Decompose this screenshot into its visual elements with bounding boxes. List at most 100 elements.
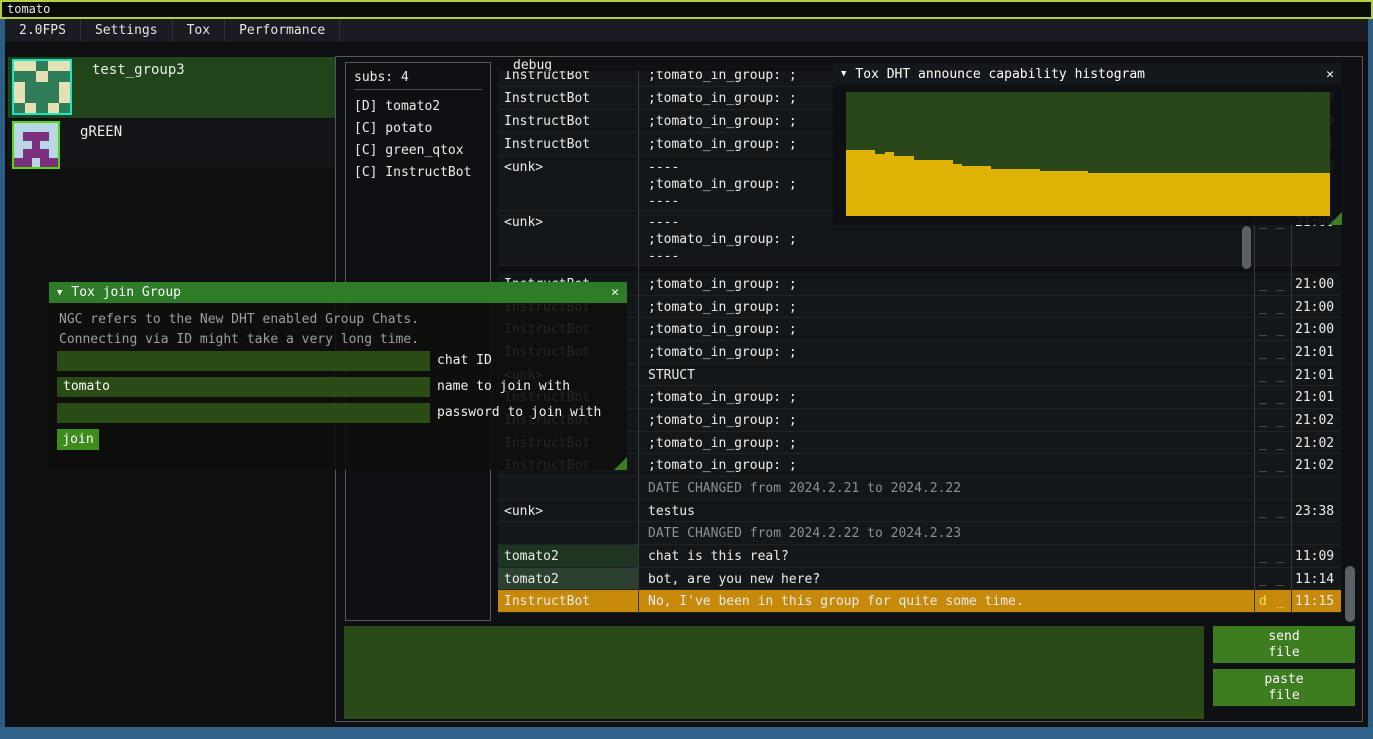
message-text: testus — [638, 500, 1254, 522]
group-name: test_group3 — [92, 57, 185, 118]
histogram-bar — [885, 152, 895, 216]
message-text: ;tomato_in_group: ; — [638, 341, 1254, 363]
histogram-bar — [1204, 173, 1214, 216]
message-flags — [1254, 522, 1291, 544]
message-text: ;tomato_in_group: ; — [638, 318, 1254, 340]
join-password-input[interactable] — [57, 403, 430, 423]
histogram-bar — [953, 164, 963, 216]
window-title: tomato — [0, 0, 1373, 19]
message-text: DATE CHANGED from 2024.2.22 to 2024.2.23 — [638, 522, 1254, 544]
sender-name: InstructBot — [498, 87, 638, 109]
member-item[interactable]: [D] tomato2 — [354, 96, 490, 118]
close-icon[interactable]: ✕ — [611, 285, 619, 300]
histogram-bar — [1243, 173, 1253, 216]
histogram-bar — [1224, 173, 1234, 216]
message-text: ;tomato_in_group: ; — [638, 409, 1254, 431]
group-name: gREEN — [80, 119, 122, 169]
paste-file-button[interactable]: pastefile — [1213, 669, 1355, 706]
histogram-bar — [1301, 173, 1311, 216]
group-item-gREEN[interactable]: gREEN — [8, 119, 335, 169]
message-time: 21:02 — [1291, 409, 1341, 431]
join-name-input[interactable]: tomato — [57, 377, 430, 397]
system-message-row[interactable]: DATE CHANGED from 2024.2.21 to 2024.2.22 — [498, 477, 1341, 500]
menu-bar: 2.0FPSSettingsToxPerformance — [5, 19, 1368, 42]
histogram-bar — [1292, 173, 1302, 216]
message-text: ;tomato_in_group: ; — [638, 432, 1254, 454]
message-input[interactable] — [344, 626, 1204, 719]
resize-grip[interactable] — [1329, 212, 1342, 225]
join-password-label: password to join with — [430, 403, 601, 423]
histogram-bar — [1059, 171, 1069, 216]
message-flags: _ _ — [1254, 386, 1291, 408]
message-flags: _ _ — [1254, 273, 1291, 295]
message-flags: _ _ — [1254, 318, 1291, 340]
menu-item-tox[interactable]: Tox — [173, 19, 225, 42]
join-button[interactable]: join — [57, 429, 99, 450]
chat-message-row[interactable]: tomato2bot, are you new here?_ _11:14 — [498, 568, 1341, 591]
histogram-bar — [1282, 173, 1292, 216]
menu-item-performance[interactable]: Performance — [225, 19, 340, 42]
message-text: STRUCT — [638, 364, 1254, 386]
message-text: ;tomato_in_group: ; — [638, 454, 1254, 476]
sender-name: <unk> — [498, 156, 638, 210]
histogram-bar — [904, 156, 914, 216]
join-group-titlebar[interactable]: ▼ Tox join Group ✕ — [49, 282, 627, 303]
histogram-bar — [1166, 173, 1176, 216]
message-flags: _ _ — [1254, 432, 1291, 454]
chat-message-row[interactable]: <unk>testus_ _23:38 — [498, 500, 1341, 523]
member-item[interactable]: [C] InstructBot — [354, 162, 490, 184]
histogram-bar — [875, 154, 885, 216]
member-item[interactable]: [C] potato — [354, 118, 490, 140]
message-time: 11:09 — [1291, 545, 1341, 567]
menu-item-2.0fps: 2.0FPS — [5, 19, 81, 42]
message-time: 11:14 — [1291, 568, 1341, 590]
histogram-bar — [1253, 173, 1263, 216]
close-icon[interactable]: ✕ — [1326, 67, 1334, 82]
message-time: 21:01 — [1291, 364, 1341, 386]
histogram-bar — [972, 166, 982, 216]
message-time — [1291, 522, 1341, 544]
sender-name: tomato2 — [498, 545, 638, 567]
collapse-icon[interactable]: ▼ — [841, 69, 846, 79]
chat-message-row[interactable]: tomato2chat is this real?_ _11:09 — [498, 545, 1341, 568]
histogram-bar — [982, 166, 992, 216]
histogram-bar — [1214, 173, 1224, 216]
system-message-row[interactable]: DATE CHANGED from 2024.2.22 to 2024.2.23 — [498, 522, 1341, 545]
chat-id-input[interactable] — [57, 351, 430, 371]
group-item-test_group3[interactable]: test_group3 — [8, 57, 335, 118]
histogram-bar — [1117, 173, 1127, 216]
main-scrollbar-thumb[interactable] — [1345, 566, 1355, 622]
message-flags — [1254, 477, 1291, 499]
message-flags: _ _ — [1254, 364, 1291, 386]
histogram-titlebar[interactable]: ▼ Tox DHT announce capability histogram … — [833, 63, 1342, 85]
histogram-bar — [1234, 173, 1244, 216]
dht-capability-histogram-plot — [846, 92, 1330, 216]
message-time — [1291, 477, 1341, 499]
sender-name: InstructBot — [498, 110, 638, 132]
window-border-bottom — [0, 727, 1373, 739]
sender-name: tomato2 — [498, 568, 638, 590]
member-item[interactable]: [C] green_qtox — [354, 140, 490, 162]
message-flags: _ _ — [1254, 568, 1291, 590]
scrollback-scrollbar-thumb[interactable] — [1242, 226, 1251, 269]
group-avatar — [12, 59, 72, 115]
message-time: 21:01 — [1291, 386, 1341, 408]
send-file-button[interactable]: sendfile — [1213, 626, 1355, 663]
menu-item-settings[interactable]: Settings — [81, 19, 173, 42]
message-flags: _ _ — [1254, 500, 1291, 522]
collapse-icon[interactable]: ▼ — [57, 288, 62, 298]
message-flags: _ _ — [1254, 341, 1291, 363]
histogram-bar — [924, 160, 934, 216]
chat-message-row[interactable]: InstructBotNo, I've been in this group f… — [498, 590, 1341, 613]
histogram-bar — [1098, 173, 1108, 216]
resize-grip[interactable] — [614, 457, 627, 470]
histogram-bar — [894, 156, 904, 216]
sender-name: InstructBot — [498, 590, 638, 612]
histogram-bar — [914, 160, 924, 216]
histogram-bar — [1263, 173, 1273, 216]
message-time: 21:02 — [1291, 454, 1341, 476]
histogram-bar — [1069, 171, 1079, 216]
histogram-bar — [933, 160, 943, 216]
group-avatar — [12, 121, 60, 169]
histogram-bar — [1146, 173, 1156, 216]
